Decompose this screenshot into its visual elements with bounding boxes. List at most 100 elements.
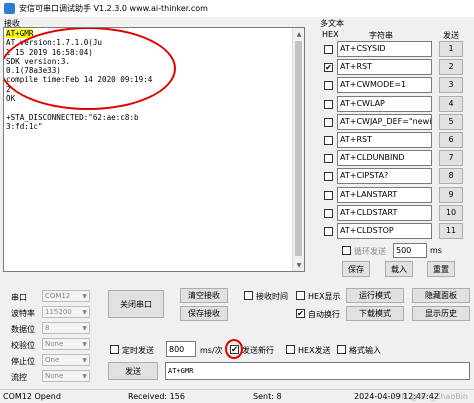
save-receive-button[interactable]: 保存接收 bbox=[180, 306, 228, 321]
download-mode-button[interactable]: 下载模式 bbox=[346, 306, 404, 321]
multi-row: ✔ AT+RST 2 bbox=[321, 59, 471, 76]
multi-row-send-button[interactable]: 9 bbox=[439, 186, 463, 203]
multi-row-checkbox[interactable] bbox=[324, 154, 333, 164]
parity-select[interactable]: None ▼ bbox=[42, 338, 90, 350]
baud-select[interactable]: 115200 ▼ bbox=[42, 306, 90, 318]
multi-group-label: 多文本 bbox=[320, 19, 344, 28]
multi-row-checkbox[interactable] bbox=[324, 227, 333, 236]
recv-time-checkbox[interactable] bbox=[244, 291, 253, 300]
multi-header-send: 发送 bbox=[443, 31, 459, 40]
format-input-checkbox[interactable] bbox=[337, 345, 346, 354]
chevron-down-icon: ▼ bbox=[82, 309, 87, 316]
multi-row-send-button[interactable]: 3 bbox=[439, 77, 463, 94]
multi-row-send-button[interactable]: 8 bbox=[439, 168, 463, 185]
app-icon bbox=[4, 3, 15, 14]
receive-scrollbar[interactable]: ▲ ▼ bbox=[292, 28, 304, 271]
multi-row: AT+CWJAP_DEF="newifi_ 5 bbox=[321, 113, 471, 131]
hex-send-checkbox[interactable] bbox=[286, 345, 295, 354]
loop-interval-input[interactable]: 500 bbox=[393, 243, 427, 258]
multi-row-input[interactable]: AT+CLDUNBIND bbox=[337, 150, 432, 167]
multi-row: AT+RST 6 bbox=[321, 132, 471, 149]
port-select[interactable]: COM12 ▼ bbox=[42, 290, 90, 302]
reset-button[interactable]: 重置 bbox=[427, 261, 455, 277]
send-input[interactable]: AT+GMR bbox=[165, 362, 470, 380]
save-button[interactable]: 保存 bbox=[342, 261, 370, 277]
receive-line: AT+GMR bbox=[6, 29, 34, 38]
multi-row-input[interactable]: AT+CWMODE=1 bbox=[337, 77, 432, 94]
multi-row-checkbox[interactable] bbox=[324, 81, 333, 91]
close-port-button[interactable]: 关闭串口 bbox=[108, 290, 164, 318]
run-mode-button[interactable]: 运行模式 bbox=[346, 288, 404, 303]
receive-line bbox=[6, 103, 302, 112]
stopbits-select[interactable]: One ▼ bbox=[42, 354, 90, 366]
send-newline-label: 发送新行 bbox=[242, 346, 274, 355]
show-history-button[interactable]: 显示历史 bbox=[412, 306, 470, 321]
clear-receive-button[interactable]: 清空接收 bbox=[180, 288, 228, 303]
databits-select[interactable]: 8 ▼ bbox=[42, 322, 90, 334]
auto-newline-label: 自动换行 bbox=[308, 310, 340, 319]
receive-line: AT version:1.7.1.0(Ju bbox=[6, 38, 103, 48]
multi-row: AT+CLDSTART 10 bbox=[321, 204, 471, 222]
stopbits-label: 停止位 bbox=[11, 357, 35, 366]
send-newline-checkbox[interactable]: ✔ bbox=[230, 345, 239, 354]
multi-row-send-button[interactable]: 4 bbox=[439, 95, 463, 112]
format-input-label: 格式输入 bbox=[349, 346, 381, 355]
multi-row-input[interactable]: AT+CWLAP bbox=[337, 95, 432, 112]
databits-label: 数据位 bbox=[11, 325, 35, 334]
multi-row: AT+CLDUNBIND 7 bbox=[321, 150, 471, 167]
receive-line: OK bbox=[6, 94, 16, 104]
multi-row-input[interactable]: AT+CWJAP_DEF="newifi_ bbox=[337, 113, 432, 130]
multi-row-input[interactable]: AT+LANSTART bbox=[337, 186, 432, 203]
multi-row-send-button[interactable]: 2 bbox=[439, 59, 463, 76]
chevron-down-icon: ▼ bbox=[82, 293, 87, 300]
receive-text: AT+GMR AT version:1.7.1.0(Ju l 15 2019 16:… bbox=[4, 28, 304, 132]
multi-row-send-button[interactable]: 7 bbox=[439, 150, 463, 167]
loop-send-checkbox[interactable] bbox=[342, 246, 351, 255]
timed-send-checkbox[interactable] bbox=[110, 345, 119, 354]
scroll-up-icon[interactable]: ▲ bbox=[293, 28, 304, 40]
multi-row: AT+CWMODE=1 3 bbox=[321, 77, 471, 94]
scroll-thumb[interactable] bbox=[295, 41, 302, 256]
recv-time-label: 接收时间 bbox=[256, 292, 288, 301]
multi-row-input[interactable]: AT+RST bbox=[337, 59, 432, 76]
title-bar: 安信可串口调试助手 V1.2.3.0 www.ai-thinker.com bbox=[0, 0, 474, 17]
multi-row-input[interactable]: AT+CIPSTA? bbox=[337, 168, 432, 185]
multi-row: AT+CSYSID 1 bbox=[321, 41, 471, 58]
send-button[interactable]: 发送 bbox=[108, 362, 158, 380]
parity-label: 校验位 bbox=[11, 341, 35, 350]
multi-row-input[interactable]: AT+RST bbox=[337, 132, 432, 148]
multi-row-send-button[interactable]: 11 bbox=[439, 223, 463, 239]
multi-row-send-button[interactable]: 5 bbox=[439, 113, 463, 130]
auto-newline-checkbox[interactable]: ✔ bbox=[296, 309, 305, 318]
scroll-down-icon[interactable]: ▼ bbox=[293, 259, 304, 271]
multi-row-checkbox[interactable] bbox=[324, 172, 333, 182]
multi-row-send-button[interactable]: 6 bbox=[439, 132, 463, 148]
loop-send-label: 循环发送 bbox=[354, 247, 386, 256]
flow-label: 流控 bbox=[11, 373, 27, 382]
hide-panel-button[interactable]: 隐藏面板 bbox=[412, 288, 470, 303]
hex-display-label: HEX显示 bbox=[308, 292, 341, 301]
receive-textarea[interactable]: AT+GMR AT version:1.7.1.0(Ju l 15 2019 16:… bbox=[3, 27, 305, 272]
multi-row-send-button[interactable]: 10 bbox=[439, 204, 463, 221]
interval-unit: ms/次 bbox=[200, 346, 223, 355]
load-button[interactable]: 载入 bbox=[385, 261, 413, 277]
multi-row-checkbox[interactable] bbox=[324, 117, 333, 127]
hex-display-checkbox[interactable] bbox=[296, 291, 305, 300]
timed-send-label: 定时发送 bbox=[122, 346, 154, 355]
chevron-down-icon: ▼ bbox=[82, 325, 87, 332]
multi-row-checkbox[interactable] bbox=[324, 190, 333, 200]
flow-select[interactable]: None ▼ bbox=[42, 370, 90, 382]
multi-row-checkbox[interactable] bbox=[324, 208, 333, 218]
timed-interval-input[interactable]: 800 bbox=[166, 341, 196, 357]
multi-row-input[interactable]: AT+CLDSTART bbox=[337, 204, 432, 221]
multi-row-input[interactable]: AT+CSYSID bbox=[337, 41, 432, 57]
multi-row: AT+CIPSTA? 8 bbox=[321, 168, 471, 185]
multi-row-input[interactable]: AT+CLDSTOP bbox=[337, 223, 432, 239]
multi-row-checkbox[interactable] bbox=[324, 45, 333, 54]
multi-row-send-button[interactable]: 1 bbox=[439, 41, 463, 57]
receive-line: compile time:Feb 14 2020 09:19:4 bbox=[6, 75, 153, 85]
hex-send-label: HEX发送 bbox=[298, 346, 331, 355]
multi-row-checkbox[interactable] bbox=[324, 99, 333, 109]
multi-row-checkbox[interactable] bbox=[324, 136, 333, 145]
multi-row-checkbox[interactable]: ✔ bbox=[324, 63, 333, 73]
